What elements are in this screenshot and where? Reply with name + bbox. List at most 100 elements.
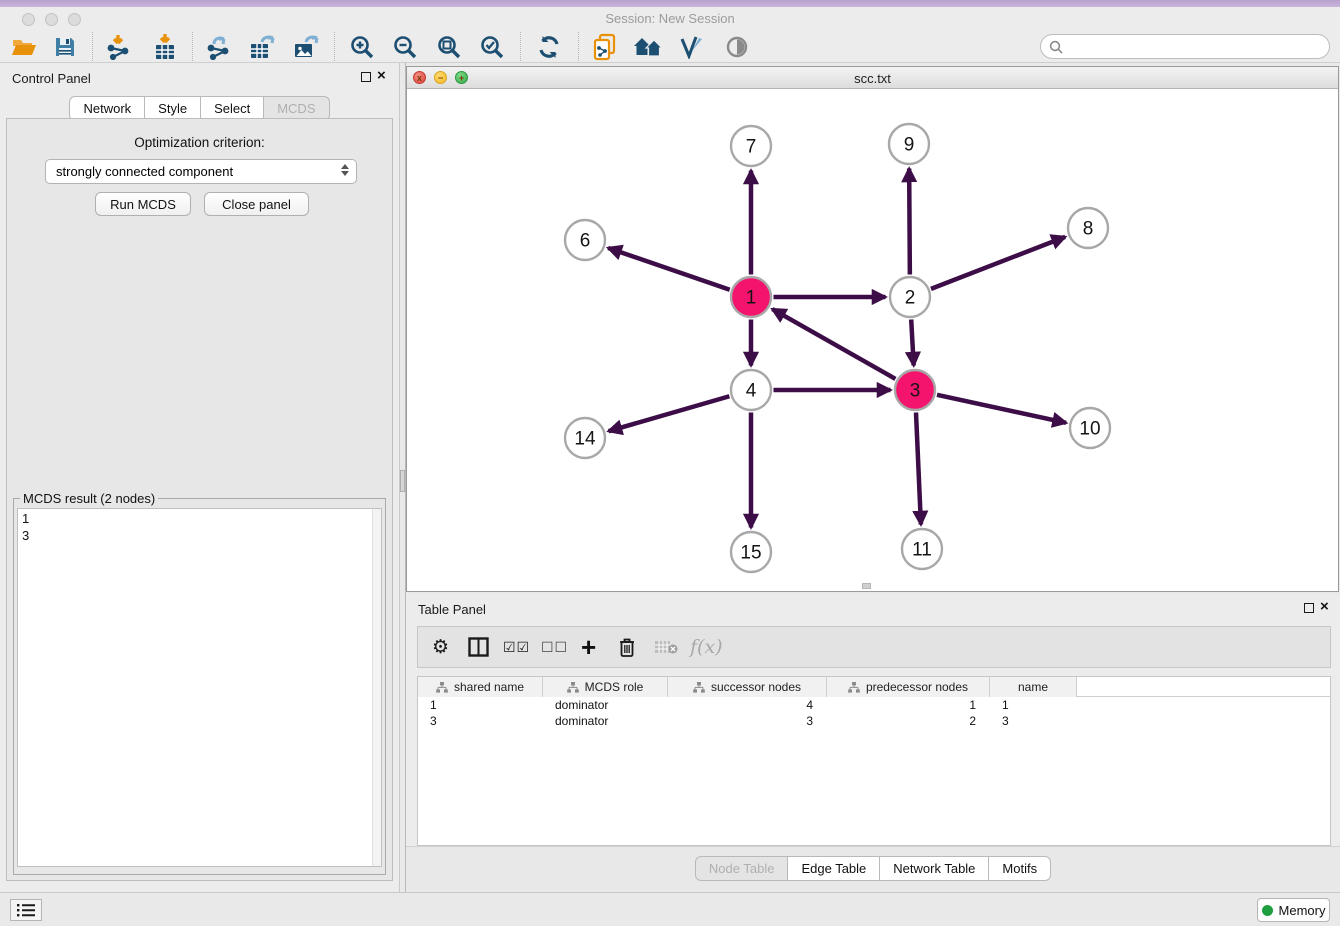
zoom-fit-button[interactable] [434, 33, 464, 61]
add-row-button[interactable]: + [581, 627, 596, 667]
hide-panels-button[interactable] [722, 33, 752, 61]
edge-3-1[interactable] [772, 309, 895, 379]
optimization-criterion-select[interactable]: strongly connected component [45, 159, 357, 184]
node-6[interactable]: 6 [565, 220, 605, 260]
memory-button[interactable]: Memory [1257, 898, 1330, 922]
open-recent-session-button[interactable] [590, 33, 620, 61]
unchecked-boxes-icon: ☐☐ [541, 639, 568, 656]
table-row[interactable]: 1dominator411 [418, 697, 1330, 713]
import-table-button[interactable] [150, 33, 180, 61]
table-cell[interactable]: dominator [543, 713, 668, 729]
show-columns-button[interactable] [468, 627, 489, 667]
table-cell[interactable]: 3 [418, 713, 543, 729]
table-cell[interactable]: 2 [827, 713, 990, 729]
mcds-result-text[interactable]: 1 3 [17, 508, 382, 867]
delete-table-icon [654, 639, 678, 655]
close-panel-icon[interactable]: × [1320, 599, 1329, 615]
edge-3-10[interactable] [937, 395, 1066, 423]
plus-icon: + [581, 637, 596, 657]
node-3[interactable]: 3 [895, 370, 935, 410]
table-cell[interactable]: dominator [543, 697, 668, 713]
node-11[interactable]: 11 [902, 529, 942, 569]
svg-text:10: 10 [1079, 419, 1100, 440]
splitter-grip[interactable] [400, 470, 405, 492]
import-network-button[interactable] [103, 33, 133, 61]
search-input[interactable] [1068, 39, 1329, 54]
node-table: shared nameMCDS rolesuccessor nodesprede… [417, 676, 1331, 846]
delete-table-button[interactable] [654, 627, 678, 667]
deselect-all-button[interactable]: ☐☐ [541, 627, 568, 667]
table-cell[interactable]: 3 [668, 713, 827, 729]
style-validate-button[interactable] [677, 33, 707, 61]
save-session-button[interactable] [50, 33, 80, 61]
node-9[interactable]: 9 [889, 124, 929, 164]
node-1[interactable]: 1 [731, 277, 771, 317]
zoom-selected-button[interactable] [477, 33, 507, 61]
columns-icon [468, 637, 489, 657]
table-row[interactable]: 3dominator323 [418, 713, 1330, 729]
edge-1-6[interactable] [608, 248, 730, 290]
column-header-predecessor-nodes[interactable]: predecessor nodes [827, 677, 990, 697]
toolbar-separator [192, 32, 193, 61]
tab-network-table[interactable]: Network Table [879, 856, 989, 881]
delete-row-button[interactable] [618, 627, 636, 667]
gear-icon: ⚙ [432, 636, 449, 659]
table-settings-button[interactable]: ⚙ [432, 627, 449, 667]
export-table-button[interactable] [247, 33, 277, 61]
edge-2-3[interactable] [911, 319, 913, 365]
table-cell[interactable]: 3 [990, 713, 1077, 729]
edge-4-14[interactable] [609, 396, 730, 431]
column-header-successor-nodes[interactable]: successor nodes [668, 677, 827, 697]
node-4[interactable]: 4 [731, 370, 771, 410]
column-header-mcds-role[interactable]: MCDS role [543, 677, 668, 697]
result-scrollbar[interactable] [372, 509, 381, 866]
select-all-button[interactable]: ☑☑ [503, 627, 530, 667]
home-button[interactable] [633, 33, 663, 61]
edge-3-11[interactable] [916, 412, 921, 524]
run-mcds-button[interactable]: Run MCDS [95, 192, 191, 216]
apply-layout-button[interactable] [534, 33, 564, 61]
fx-icon: f(x) [690, 636, 723, 658]
tab-node-table[interactable]: Node Table [695, 856, 789, 881]
node-14[interactable]: 14 [565, 418, 605, 458]
table-cell[interactable]: 1 [990, 697, 1077, 713]
table-cell[interactable]: 1 [418, 697, 543, 713]
float-panel-icon[interactable] [1304, 603, 1314, 613]
tab-edge-table[interactable]: Edge Table [787, 856, 880, 881]
task-history-button[interactable] [10, 899, 42, 921]
export-network-button[interactable] [203, 33, 233, 61]
close-panel-icon[interactable]: × [377, 68, 386, 84]
canvas-splitter-handle[interactable] [862, 583, 871, 589]
application-window: Session: New Session [0, 0, 1340, 926]
table-cell[interactable]: 4 [668, 697, 827, 713]
table-cell[interactable]: 1 [827, 697, 990, 713]
edge-2-9[interactable] [909, 168, 910, 274]
export-image-button[interactable] [291, 33, 321, 61]
column-header-shared-name[interactable]: shared name [418, 677, 543, 697]
export-image-icon [292, 34, 320, 60]
function-builder-button[interactable]: f(x) [690, 627, 723, 667]
edges-layer [608, 168, 1066, 527]
node-10[interactable]: 10 [1070, 408, 1110, 448]
tab-motifs[interactable]: Motifs [988, 856, 1051, 881]
zoom-selected-icon [479, 34, 505, 60]
selected-criterion: strongly connected component [56, 164, 233, 179]
network-window-title: scc.txt [407, 71, 1338, 86]
edge-2-8[interactable] [931, 237, 1065, 289]
svg-text:7: 7 [746, 137, 757, 158]
zoom-in-button[interactable] [347, 33, 377, 61]
node-15[interactable]: 15 [731, 532, 771, 572]
table-toolbar: ⚙ ☑☑ ☐☐ + f(x) [417, 626, 1331, 668]
open-file-button[interactable] [9, 33, 39, 61]
network-canvas[interactable]: 7 9 6 8 1 2 4 3 14 10 15 11 [407, 89, 1338, 591]
column-header-name[interactable]: name [990, 677, 1077, 697]
mcds-tab-content: Optimization criterion: strongly connect… [6, 118, 393, 881]
float-panel-icon[interactable] [361, 72, 371, 82]
node-8[interactable]: 8 [1068, 208, 1108, 248]
close-panel-button[interactable]: Close panel [204, 192, 309, 216]
node-2[interactable]: 2 [890, 277, 930, 317]
zoom-out-button[interactable] [390, 33, 420, 61]
svg-text:6: 6 [580, 231, 591, 252]
table-header-row: shared nameMCDS rolesuccessor nodesprede… [418, 677, 1330, 697]
node-7[interactable]: 7 [731, 126, 771, 166]
